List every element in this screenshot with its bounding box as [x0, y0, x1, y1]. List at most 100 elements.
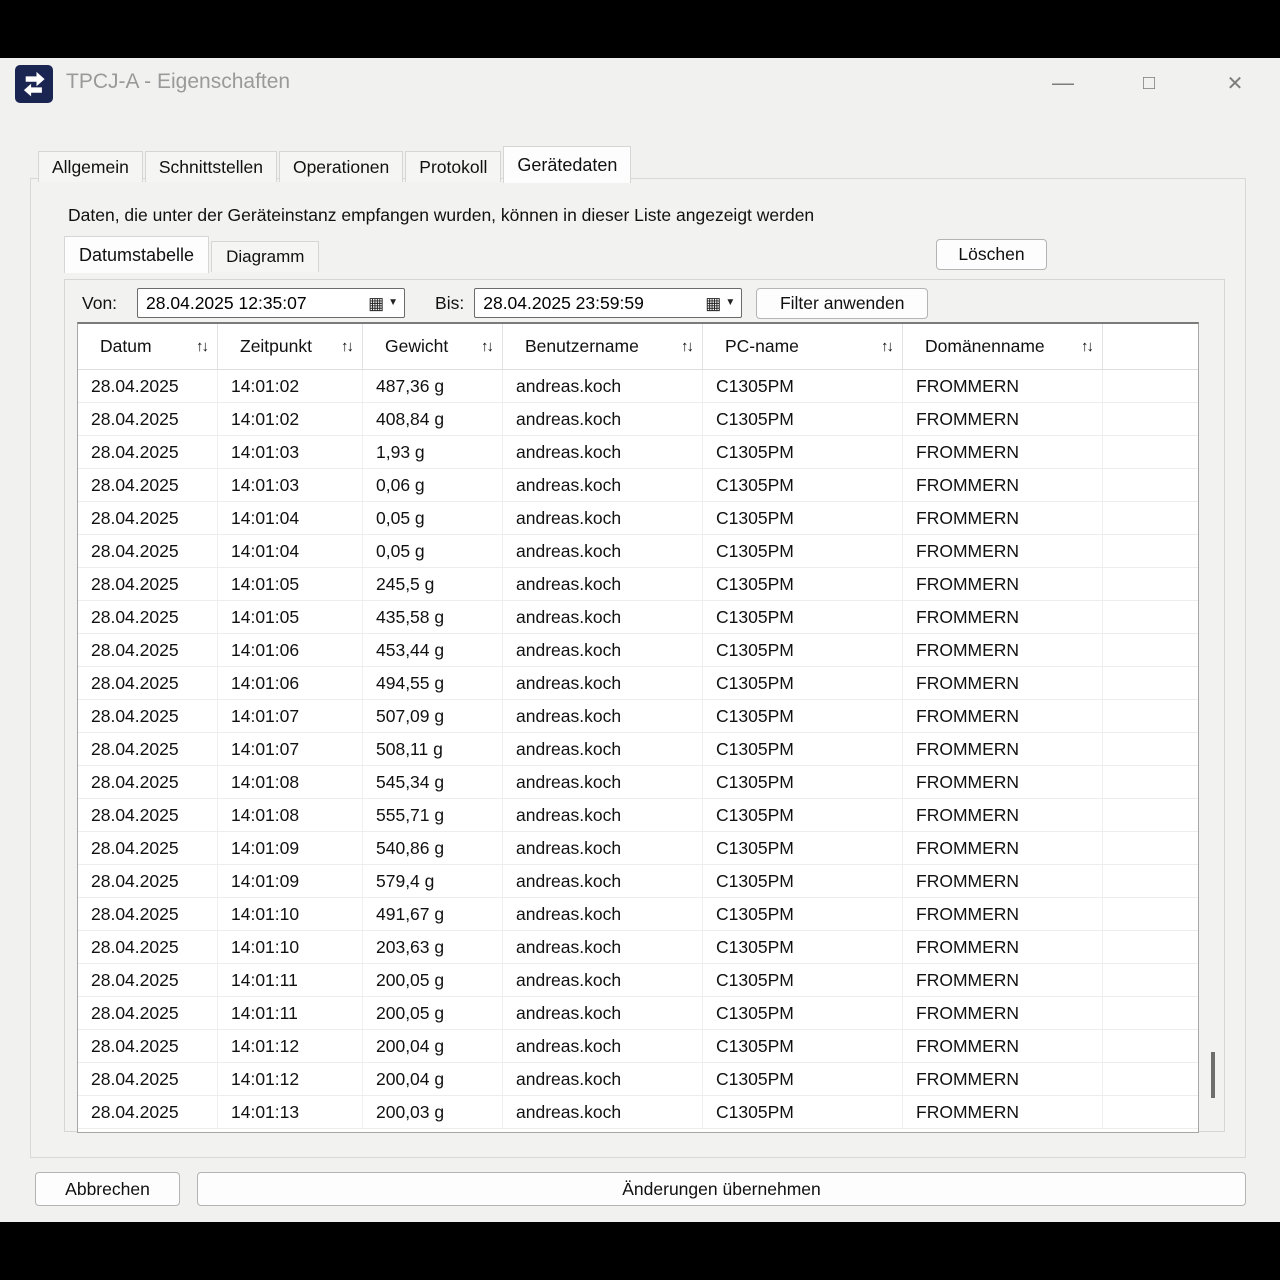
table-cell: andreas.koch — [503, 733, 703, 765]
von-date-input[interactable] — [146, 293, 368, 314]
table-cell: 28.04.2025 — [78, 568, 218, 600]
maximize-button[interactable]: □ — [1126, 64, 1172, 102]
chevron-down-icon[interactable]: ▼ — [388, 298, 398, 308]
table-cell: 28.04.2025 — [78, 1063, 218, 1095]
sort-icon[interactable]: ↑↓ — [681, 338, 692, 355]
column-header-gewicht[interactable]: Gewicht↑↓ — [363, 324, 503, 369]
table-cell: C1305PM — [703, 403, 903, 435]
table-cell: 28.04.2025 — [78, 601, 218, 633]
table-row[interactable]: 28.04.202514:01:06494,55 gandreas.kochC1… — [78, 667, 1198, 700]
table-row[interactable]: 28.04.202514:01:11200,05 gandreas.kochC1… — [78, 997, 1198, 1030]
table-row[interactable]: 28.04.202514:01:10203,63 gandreas.kochC1… — [78, 931, 1198, 964]
table-cell: C1305PM — [703, 799, 903, 831]
vertical-scrollbar-thumb[interactable] — [1211, 1052, 1215, 1098]
table-cell: 491,67 g — [363, 898, 503, 930]
sort-icon[interactable]: ↑↓ — [196, 338, 207, 355]
table-cell: andreas.koch — [503, 1063, 703, 1095]
table-cell: 200,05 g — [363, 997, 503, 1029]
subtab-diagramm[interactable]: Diagramm — [211, 241, 319, 272]
table-cell: C1305PM — [703, 1063, 903, 1095]
table-cell: 28.04.2025 — [78, 997, 218, 1029]
table-row[interactable]: 28.04.202514:01:05435,58 gandreas.kochC1… — [78, 601, 1198, 634]
table-cell: C1305PM — [703, 733, 903, 765]
table-cell: 28.04.2025 — [78, 898, 218, 930]
table-row[interactable]: 28.04.202514:01:12200,04 gandreas.kochC1… — [78, 1030, 1198, 1063]
table-cell — [1103, 733, 1198, 765]
calendar-icon[interactable]: ▦ — [705, 295, 721, 312]
tab-gerätedaten[interactable]: Gerätedaten — [503, 146, 631, 183]
tab-allgemein[interactable]: Allgemein — [38, 151, 143, 182]
apply-filter-button[interactable]: Filter anwenden — [756, 288, 928, 319]
table-cell: 245,5 g — [363, 568, 503, 600]
table-cell: 28.04.2025 — [78, 667, 218, 699]
table-cell — [1103, 535, 1198, 567]
table-row[interactable]: 28.04.202514:01:09540,86 gandreas.kochC1… — [78, 832, 1198, 865]
cancel-button[interactable]: Abbrechen — [35, 1172, 180, 1206]
column-header-pc-name[interactable]: PC-name↑↓ — [703, 324, 903, 369]
minimize-button[interactable]: — — [1040, 64, 1086, 102]
table-cell: FROMMERN — [903, 436, 1103, 468]
tab-schnittstellen[interactable]: Schnittstellen — [145, 151, 277, 182]
table-cell: 14:01:07 — [218, 700, 363, 732]
table-cell: 203,63 g — [363, 931, 503, 963]
table-cell: andreas.koch — [503, 469, 703, 501]
table-cell: 14:01:13 — [218, 1096, 363, 1128]
von-datepicker[interactable]: ▦ ▼ — [137, 288, 405, 318]
table-row[interactable]: 28.04.202514:01:08555,71 gandreas.kochC1… — [78, 799, 1198, 832]
table-row[interactable]: 28.04.202514:01:040,05 gandreas.kochC130… — [78, 535, 1198, 568]
table-row[interactable]: 28.04.202514:01:02408,84 gandreas.kochC1… — [78, 403, 1198, 436]
table-cell — [1103, 1096, 1198, 1128]
table-row[interactable]: 28.04.202514:01:09579,4 gandreas.kochC13… — [78, 865, 1198, 898]
tab-operationen[interactable]: Operationen — [279, 151, 403, 182]
table-cell — [1103, 865, 1198, 897]
column-header-domänenname[interactable]: Domänenname ↑↓ — [903, 324, 1103, 369]
table-cell: FROMMERN — [903, 502, 1103, 534]
close-button[interactable]: ✕ — [1212, 64, 1258, 102]
delete-button[interactable]: Löschen — [936, 239, 1047, 270]
table-row[interactable]: 28.04.202514:01:12200,04 gandreas.kochC1… — [78, 1063, 1198, 1096]
table-cell: C1305PM — [703, 1096, 903, 1128]
column-label: Domänenname — [925, 336, 1045, 357]
table-cell: FROMMERN — [903, 766, 1103, 798]
table-cell: C1305PM — [703, 667, 903, 699]
table-row[interactable]: 28.04.202514:01:06453,44 gandreas.kochC1… — [78, 634, 1198, 667]
column-header-datum[interactable]: Datum↑↓ — [78, 324, 218, 369]
title-bar[interactable]: TPCJ-A - Eigenschaften — □ ✕ — [0, 58, 1280, 110]
table-row[interactable]: 28.04.202514:01:07507,09 gandreas.kochC1… — [78, 700, 1198, 733]
table-cell: FROMMERN — [903, 700, 1103, 732]
table-row[interactable]: 28.04.202514:01:02487,36 gandreas.kochC1… — [78, 370, 1198, 403]
table-row[interactable]: 28.04.202514:01:08545,34 gandreas.kochC1… — [78, 766, 1198, 799]
table-cell: FROMMERN — [903, 601, 1103, 633]
table-cell: 0,05 g — [363, 502, 503, 534]
table-cell: 14:01:02 — [218, 370, 363, 402]
table-cell: 555,71 g — [363, 799, 503, 831]
apply-changes-button[interactable]: Änderungen übernehmen — [197, 1172, 1246, 1206]
table-row[interactable]: 28.04.202514:01:10491,67 gandreas.kochC1… — [78, 898, 1198, 931]
subtab-datumstabelle[interactable]: Datumstabelle — [64, 236, 209, 273]
table-row[interactable]: 28.04.202514:01:07508,11 gandreas.kochC1… — [78, 733, 1198, 766]
table-cell: 28.04.2025 — [78, 502, 218, 534]
table-row[interactable]: 28.04.202514:01:030,06 gandreas.kochC130… — [78, 469, 1198, 502]
table-row[interactable]: 28.04.202514:01:040,05 gandreas.kochC130… — [78, 502, 1198, 535]
sort-icon[interactable]: ↑↓ — [881, 338, 892, 355]
column-header-zeitpunkt[interactable]: Zeitpunkt↑↓ — [218, 324, 363, 369]
calendar-icon[interactable]: ▦ — [368, 295, 384, 312]
bis-datepicker[interactable]: ▦ ▼ — [474, 288, 742, 318]
table-row[interactable]: 28.04.202514:01:031,93 gandreas.kochC130… — [78, 436, 1198, 469]
sort-icon[interactable]: ↑↓ — [341, 338, 352, 355]
sort-icon[interactable]: ↑↓ — [481, 338, 492, 355]
chevron-down-icon[interactable]: ▼ — [725, 298, 735, 308]
table-cell: FROMMERN — [903, 403, 1103, 435]
table-cell: 0,06 g — [363, 469, 503, 501]
table-row[interactable]: 28.04.202514:01:11200,05 gandreas.kochC1… — [78, 964, 1198, 997]
table-cell — [1103, 931, 1198, 963]
sort-icon[interactable]: ↑↓ — [1081, 338, 1092, 355]
column-header-benutzername[interactable]: Benutzername↑↓ — [503, 324, 703, 369]
table-row[interactable]: 28.04.202514:01:05245,5 gandreas.kochC13… — [78, 568, 1198, 601]
table-cell: C1305PM — [703, 1030, 903, 1062]
table-row[interactable]: 28.04.202514:01:13200,03 gandreas.kochC1… — [78, 1096, 1198, 1129]
bis-date-input[interactable] — [483, 293, 705, 314]
table-cell: andreas.koch — [503, 535, 703, 567]
tab-protokoll[interactable]: Protokoll — [405, 151, 501, 182]
table-cell: 453,44 g — [363, 634, 503, 666]
